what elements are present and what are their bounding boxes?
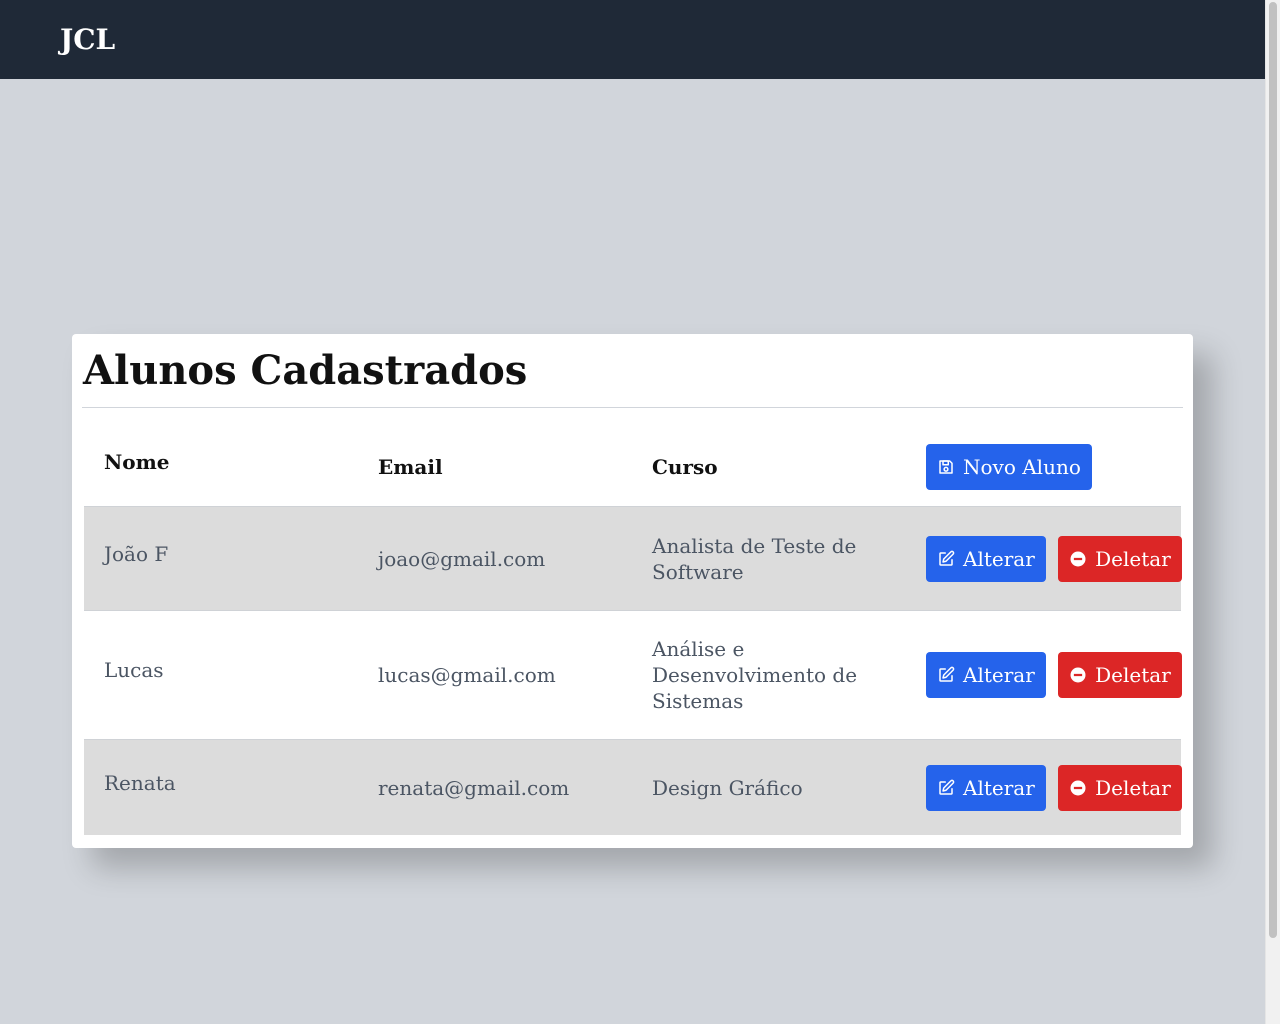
- delete-button[interactable]: Deletar: [1058, 535, 1182, 582]
- table-header-row: Nome Email Curso Novo Aluno: [84, 428, 1181, 507]
- delete-button-label: Deletar: [1095, 546, 1171, 571]
- save-icon: [937, 458, 955, 476]
- students-table: Nome Email Curso Novo Aluno João F joao@…: [84, 428, 1182, 835]
- cell-curso: Analista de Teste de Software: [632, 506, 906, 611]
- new-student-button[interactable]: Novo Aluno: [926, 444, 1092, 490]
- table-row: Renata renata@gmail.com Design Gráfico A…: [84, 739, 1182, 835]
- delete-button[interactable]: Deletar: [1058, 652, 1182, 698]
- cell-nome: João F: [84, 506, 358, 611]
- page-scrollbar[interactable]: [1265, 0, 1280, 1024]
- brand-logo[interactable]: JCL: [60, 22, 115, 58]
- edit-button-label: Alterar: [963, 775, 1035, 800]
- page-title: Alunos Cadastrados: [83, 347, 528, 394]
- edit-icon: [937, 550, 955, 568]
- scrollbar-thumb[interactable]: [1269, 2, 1277, 938]
- column-header-nome: Nome: [104, 450, 170, 474]
- cell-actions: Alterar Deletar: [906, 506, 1182, 611]
- cell-email: renata@gmail.com: [358, 739, 632, 835]
- minus-circle-icon: [1069, 550, 1087, 568]
- edit-button[interactable]: Alterar: [926, 652, 1046, 698]
- edit-button[interactable]: Alterar: [926, 764, 1046, 811]
- column-header-actions: Novo Aluno: [906, 428, 1181, 507]
- minus-circle-icon: [1069, 666, 1087, 684]
- column-header-curso: Curso: [652, 455, 718, 479]
- delete-button-label: Deletar: [1095, 663, 1171, 687]
- edit-icon: [937, 666, 955, 684]
- edit-button[interactable]: Alterar: [926, 535, 1046, 582]
- column-header-email: Email: [378, 455, 443, 479]
- students-card: Alunos Cadastrados Nome Email Curso Novo…: [72, 334, 1193, 848]
- delete-button-label: Deletar: [1095, 775, 1171, 800]
- cell-nome: Lucas: [84, 610, 358, 740]
- top-navbar: JCL: [0, 0, 1265, 79]
- minus-circle-icon: [1069, 779, 1087, 797]
- cell-curso: Design Gráfico: [632, 739, 906, 835]
- cell-actions: Alterar Deletar: [906, 739, 1182, 835]
- cell-email: lucas@gmail.com: [358, 610, 632, 740]
- cell-email: joao@gmail.com: [358, 506, 632, 611]
- cell-curso: Análise e Desenvolvimento de Sistemas: [632, 610, 906, 740]
- cell-actions: Alterar Deletar: [906, 610, 1182, 740]
- edit-button-label: Alterar: [963, 663, 1035, 687]
- table-row: João F joao@gmail.com Analista de Teste …: [84, 506, 1182, 611]
- delete-button[interactable]: Deletar: [1058, 764, 1182, 811]
- edit-icon: [937, 779, 955, 797]
- edit-button-label: Alterar: [963, 546, 1035, 571]
- table-row: Lucas lucas@gmail.com Análise e Desenvol…: [84, 610, 1182, 740]
- cell-nome: Renata: [84, 739, 358, 835]
- title-divider: [82, 407, 1183, 408]
- new-student-button-label: Novo Aluno: [963, 455, 1081, 479]
